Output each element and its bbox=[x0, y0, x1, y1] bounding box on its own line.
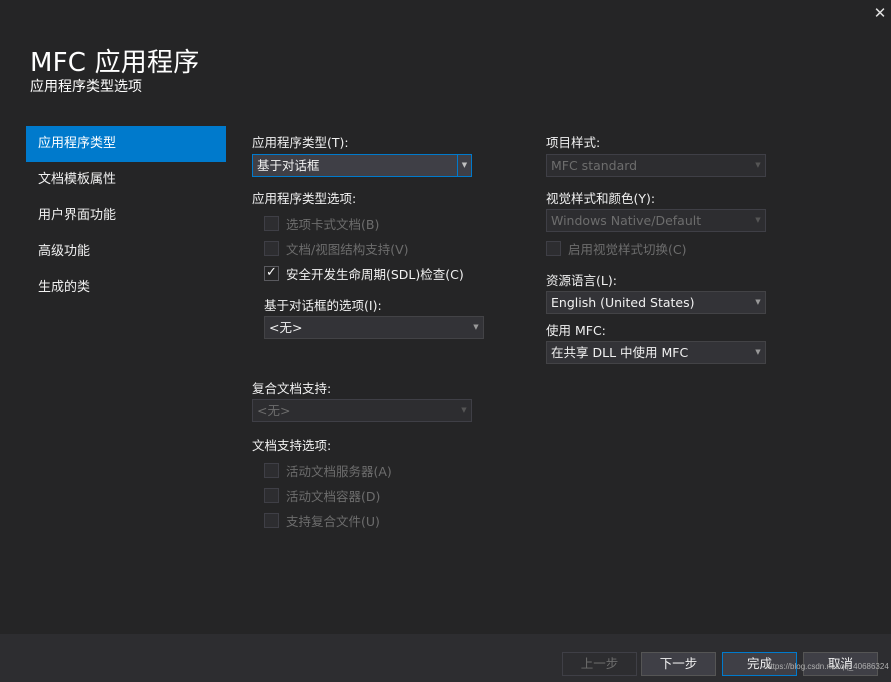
dialog-title: MFC 应用程序 bbox=[30, 48, 200, 78]
next-button[interactable]: 下一步 bbox=[641, 652, 716, 676]
active-doc-server-checkbox[interactable] bbox=[264, 462, 279, 478]
doc-view-option: 文档/视图结构支持(V) bbox=[264, 238, 409, 258]
compound-files-checkbox[interactable] bbox=[264, 512, 279, 528]
chevron-down-icon: ▼ bbox=[457, 155, 471, 176]
compound-doc-value: <无> bbox=[257, 403, 291, 418]
chevron-down-icon: ▼ bbox=[755, 348, 761, 356]
app-type-label: 应用程序类型(T): bbox=[252, 135, 349, 150]
use-mfc-value: 在共享 DLL 中使用 MFC bbox=[551, 345, 689, 360]
chevron-down-icon: ▼ bbox=[755, 216, 761, 224]
visual-style-switch-option: 启用视觉样式切换(C) bbox=[546, 238, 686, 258]
app-type-options-label: 应用程序类型选项: bbox=[252, 191, 357, 206]
dialog-options-label: 基于对话框的选项(I): bbox=[264, 298, 382, 313]
resource-lang-dropdown[interactable]: English (United States) ▼ bbox=[546, 291, 766, 314]
chevron-down-icon: ▼ bbox=[461, 406, 467, 414]
visual-style-switch-checkbox[interactable] bbox=[546, 240, 561, 256]
sidebar-item-ui-features[interactable]: 用户界面功能 bbox=[26, 198, 226, 234]
close-icon: ✕ bbox=[873, 4, 887, 22]
sidebar-item-advanced[interactable]: 高级功能 bbox=[26, 234, 226, 270]
active-doc-container-checkbox[interactable] bbox=[264, 487, 279, 503]
project-style-value: MFC standard bbox=[551, 158, 638, 173]
prev-button[interactable]: 上一步 bbox=[562, 652, 637, 676]
project-style-label: 项目样式: bbox=[546, 135, 601, 150]
active-doc-server-label: 活动文档服务器(A) bbox=[286, 463, 392, 479]
active-doc-container-label: 活动文档容器(D) bbox=[286, 488, 381, 504]
project-style-dropdown[interactable]: MFC standard ▼ bbox=[546, 154, 766, 177]
sdl-check-option: ✓ 安全开发生命周期(SDL)检查(C) bbox=[264, 263, 464, 283]
visual-style-value: Windows Native/Default bbox=[551, 213, 702, 228]
app-type-value: 基于对话框 bbox=[257, 158, 320, 173]
visual-style-label: 视觉样式和颜色(Y): bbox=[546, 191, 656, 206]
tabbed-docs-checkbox[interactable] bbox=[264, 215, 279, 231]
dialog-options-value: <无> bbox=[269, 320, 303, 335]
resource-lang-label: 资源语言(L): bbox=[546, 273, 617, 288]
compound-doc-dropdown[interactable]: <无> ▼ bbox=[252, 399, 472, 422]
close-button[interactable]: ✕ bbox=[870, 4, 890, 24]
compound-files-label: 支持复合文件(U) bbox=[286, 513, 380, 529]
dialog-options-dropdown[interactable]: <无> ▼ bbox=[264, 316, 484, 339]
doc-view-label: 文档/视图结构支持(V) bbox=[286, 241, 409, 257]
visual-style-switch-label: 启用视觉样式切换(C) bbox=[568, 241, 687, 257]
use-mfc-label: 使用 MFC: bbox=[546, 323, 606, 338]
active-doc-container-option: 活动文档容器(D) bbox=[264, 485, 380, 505]
chevron-down-icon: ▼ bbox=[755, 161, 761, 169]
sidebar-nav: 应用程序类型 文档模板属性 用户界面功能 高级功能 生成的类 bbox=[26, 126, 226, 306]
checkmark-icon: ✓ bbox=[266, 264, 277, 280]
chevron-down-icon: ▼ bbox=[473, 323, 479, 331]
dialog-subtitle: 应用程序类型选项 bbox=[30, 79, 142, 95]
chevron-down-icon: ▼ bbox=[755, 298, 761, 306]
compound-files-option: 支持复合文件(U) bbox=[264, 510, 380, 530]
sdl-check-checkbox[interactable]: ✓ bbox=[264, 264, 279, 281]
tabbed-docs-option: 选项卡式文档(B) bbox=[264, 213, 379, 233]
resource-lang-value: English (United States) bbox=[551, 295, 695, 310]
visual-style-dropdown[interactable]: Windows Native/Default ▼ bbox=[546, 209, 766, 232]
compound-doc-label: 复合文档支持: bbox=[252, 381, 332, 396]
sidebar-item-app-type[interactable]: 应用程序类型 bbox=[26, 126, 226, 162]
active-doc-server-option: 活动文档服务器(A) bbox=[264, 460, 392, 480]
app-type-dropdown[interactable]: 基于对话框 ▼ bbox=[252, 154, 472, 177]
use-mfc-dropdown[interactable]: 在共享 DLL 中使用 MFC ▼ bbox=[546, 341, 766, 364]
sidebar-item-generated-classes[interactable]: 生成的类 bbox=[26, 270, 226, 306]
sidebar-item-doc-template[interactable]: 文档模板属性 bbox=[26, 162, 226, 198]
sdl-check-label: 安全开发生命周期(SDL)检查(C) bbox=[286, 266, 464, 282]
watermark-text: https://blog.csdn.net/qq_40686324 bbox=[766, 662, 889, 671]
doc-support-label: 文档支持选项: bbox=[252, 438, 332, 453]
tabbed-docs-label: 选项卡式文档(B) bbox=[286, 216, 380, 232]
doc-view-checkbox[interactable] bbox=[264, 240, 279, 256]
